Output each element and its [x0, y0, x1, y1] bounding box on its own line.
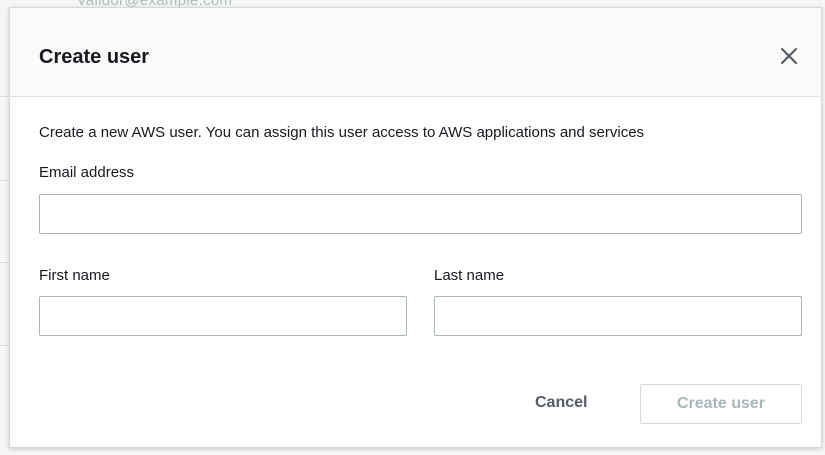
last-name-input[interactable]: [434, 296, 802, 336]
background-divider: [0, 180, 8, 181]
close-icon: [781, 48, 797, 64]
email-label: Email address: [39, 164, 135, 181]
close-button[interactable]: [777, 44, 801, 68]
create-user-modal: Create user Create a new AWS user. You c…: [9, 7, 822, 448]
modal-title: Create user: [39, 46, 150, 68]
create-user-button[interactable]: Create user: [640, 384, 802, 424]
first-name-label: First name: [39, 267, 110, 284]
email-input[interactable]: [39, 194, 802, 234]
background-divider: [0, 262, 8, 263]
background-divider: [0, 345, 8, 346]
modal-description: Create a new AWS user. You can assign th…: [39, 124, 645, 141]
last-name-label: Last name: [434, 267, 505, 284]
first-name-input[interactable]: [39, 296, 407, 336]
modal-header: Create user: [10, 8, 821, 97]
cancel-button[interactable]: Cancel: [535, 394, 587, 412]
background-divider: [0, 96, 8, 97]
